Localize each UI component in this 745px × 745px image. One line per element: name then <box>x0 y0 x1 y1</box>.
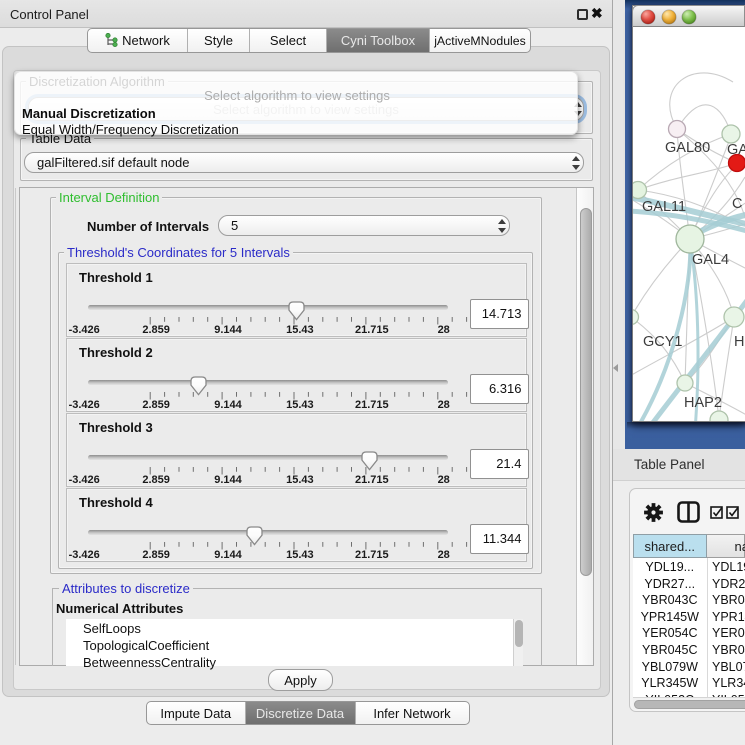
svg-text:GCY1: GCY1 <box>643 334 683 350</box>
svg-text:C: C <box>732 196 742 212</box>
svg-text:GAL80: GAL80 <box>665 140 710 156</box>
svg-text:GAL4: GAL4 <box>692 252 729 268</box>
svg-text:GA: GA <box>727 142 745 158</box>
svg-text:HAP2: HAP2 <box>684 395 722 411</box>
svg-text:H: H <box>734 334 744 350</box>
svg-text:GAL11: GAL11 <box>642 199 686 215</box>
